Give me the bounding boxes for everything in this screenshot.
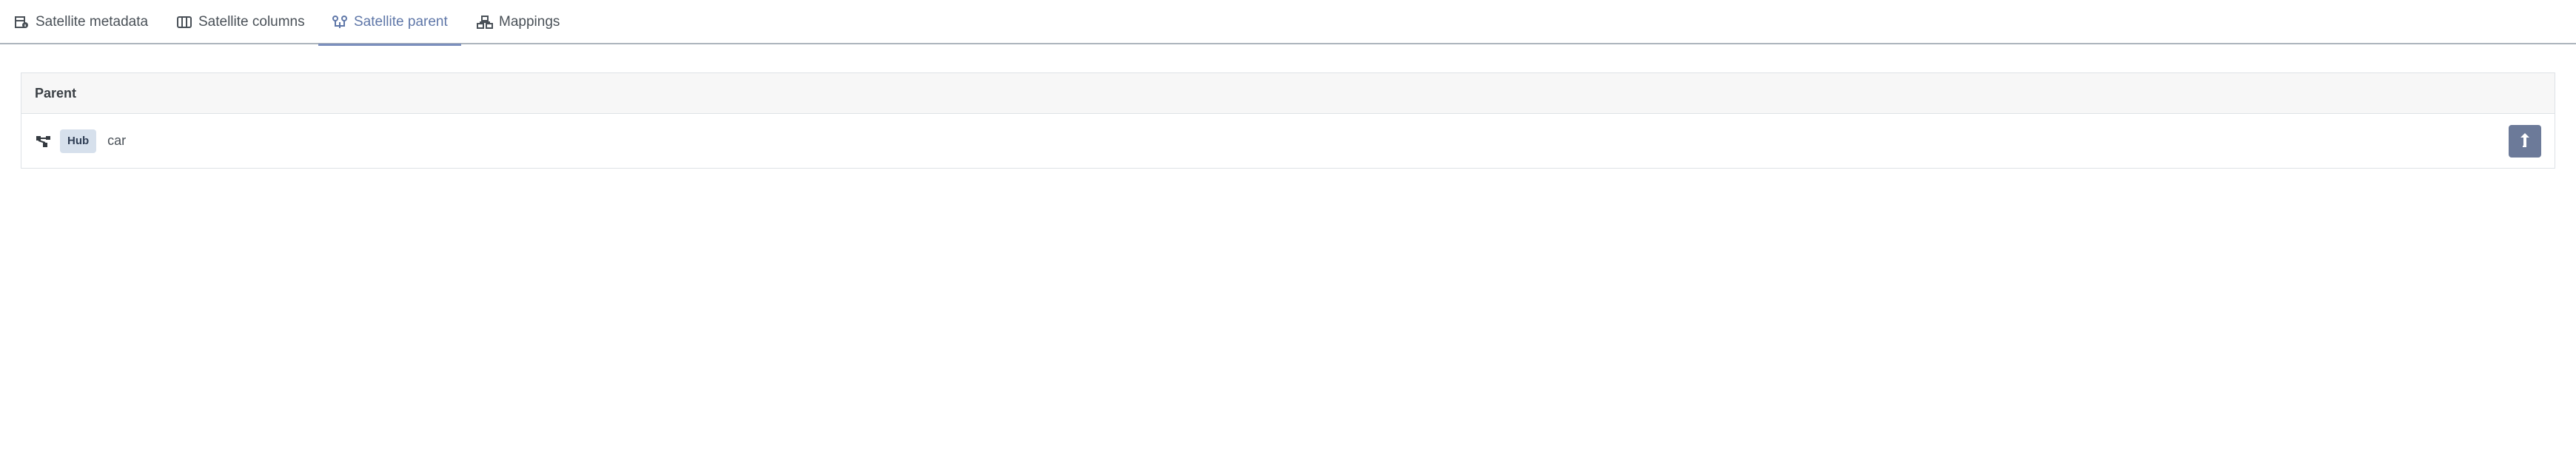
tab-label: Satellite columns	[198, 14, 305, 30]
parent-panel: Parent Hub car	[21, 72, 2555, 169]
panel-header: Parent	[21, 73, 2555, 114]
tab-satellite-parent[interactable]: Satellite parent	[318, 0, 461, 46]
columns-icon	[176, 14, 192, 30]
tab-mappings[interactable]: Mappings	[477, 0, 560, 44]
table-info-icon	[13, 14, 30, 30]
navigate-up-icon	[2518, 132, 2532, 152]
tab-bar: Satellite metadata Satellite columns Sat…	[0, 0, 2576, 46]
entity-type-badge: Hub	[60, 129, 97, 153]
tab-satellite-metadata[interactable]: Satellite metadata	[13, 0, 148, 44]
parent-link-icon	[332, 14, 348, 30]
navigate-to-parent-button[interactable]	[2509, 125, 2541, 158]
tab-label: Satellite metadata	[36, 14, 149, 30]
hub-network-icon	[35, 132, 53, 150]
parent-name: car	[107, 133, 127, 148]
tab-label: Satellite parent	[354, 14, 448, 30]
tab-satellite-columns[interactable]: Satellite columns	[176, 0, 305, 44]
list-item: Hub car	[21, 114, 2555, 168]
tab-label: Mappings	[499, 14, 560, 30]
hierarchy-icon	[477, 14, 493, 30]
